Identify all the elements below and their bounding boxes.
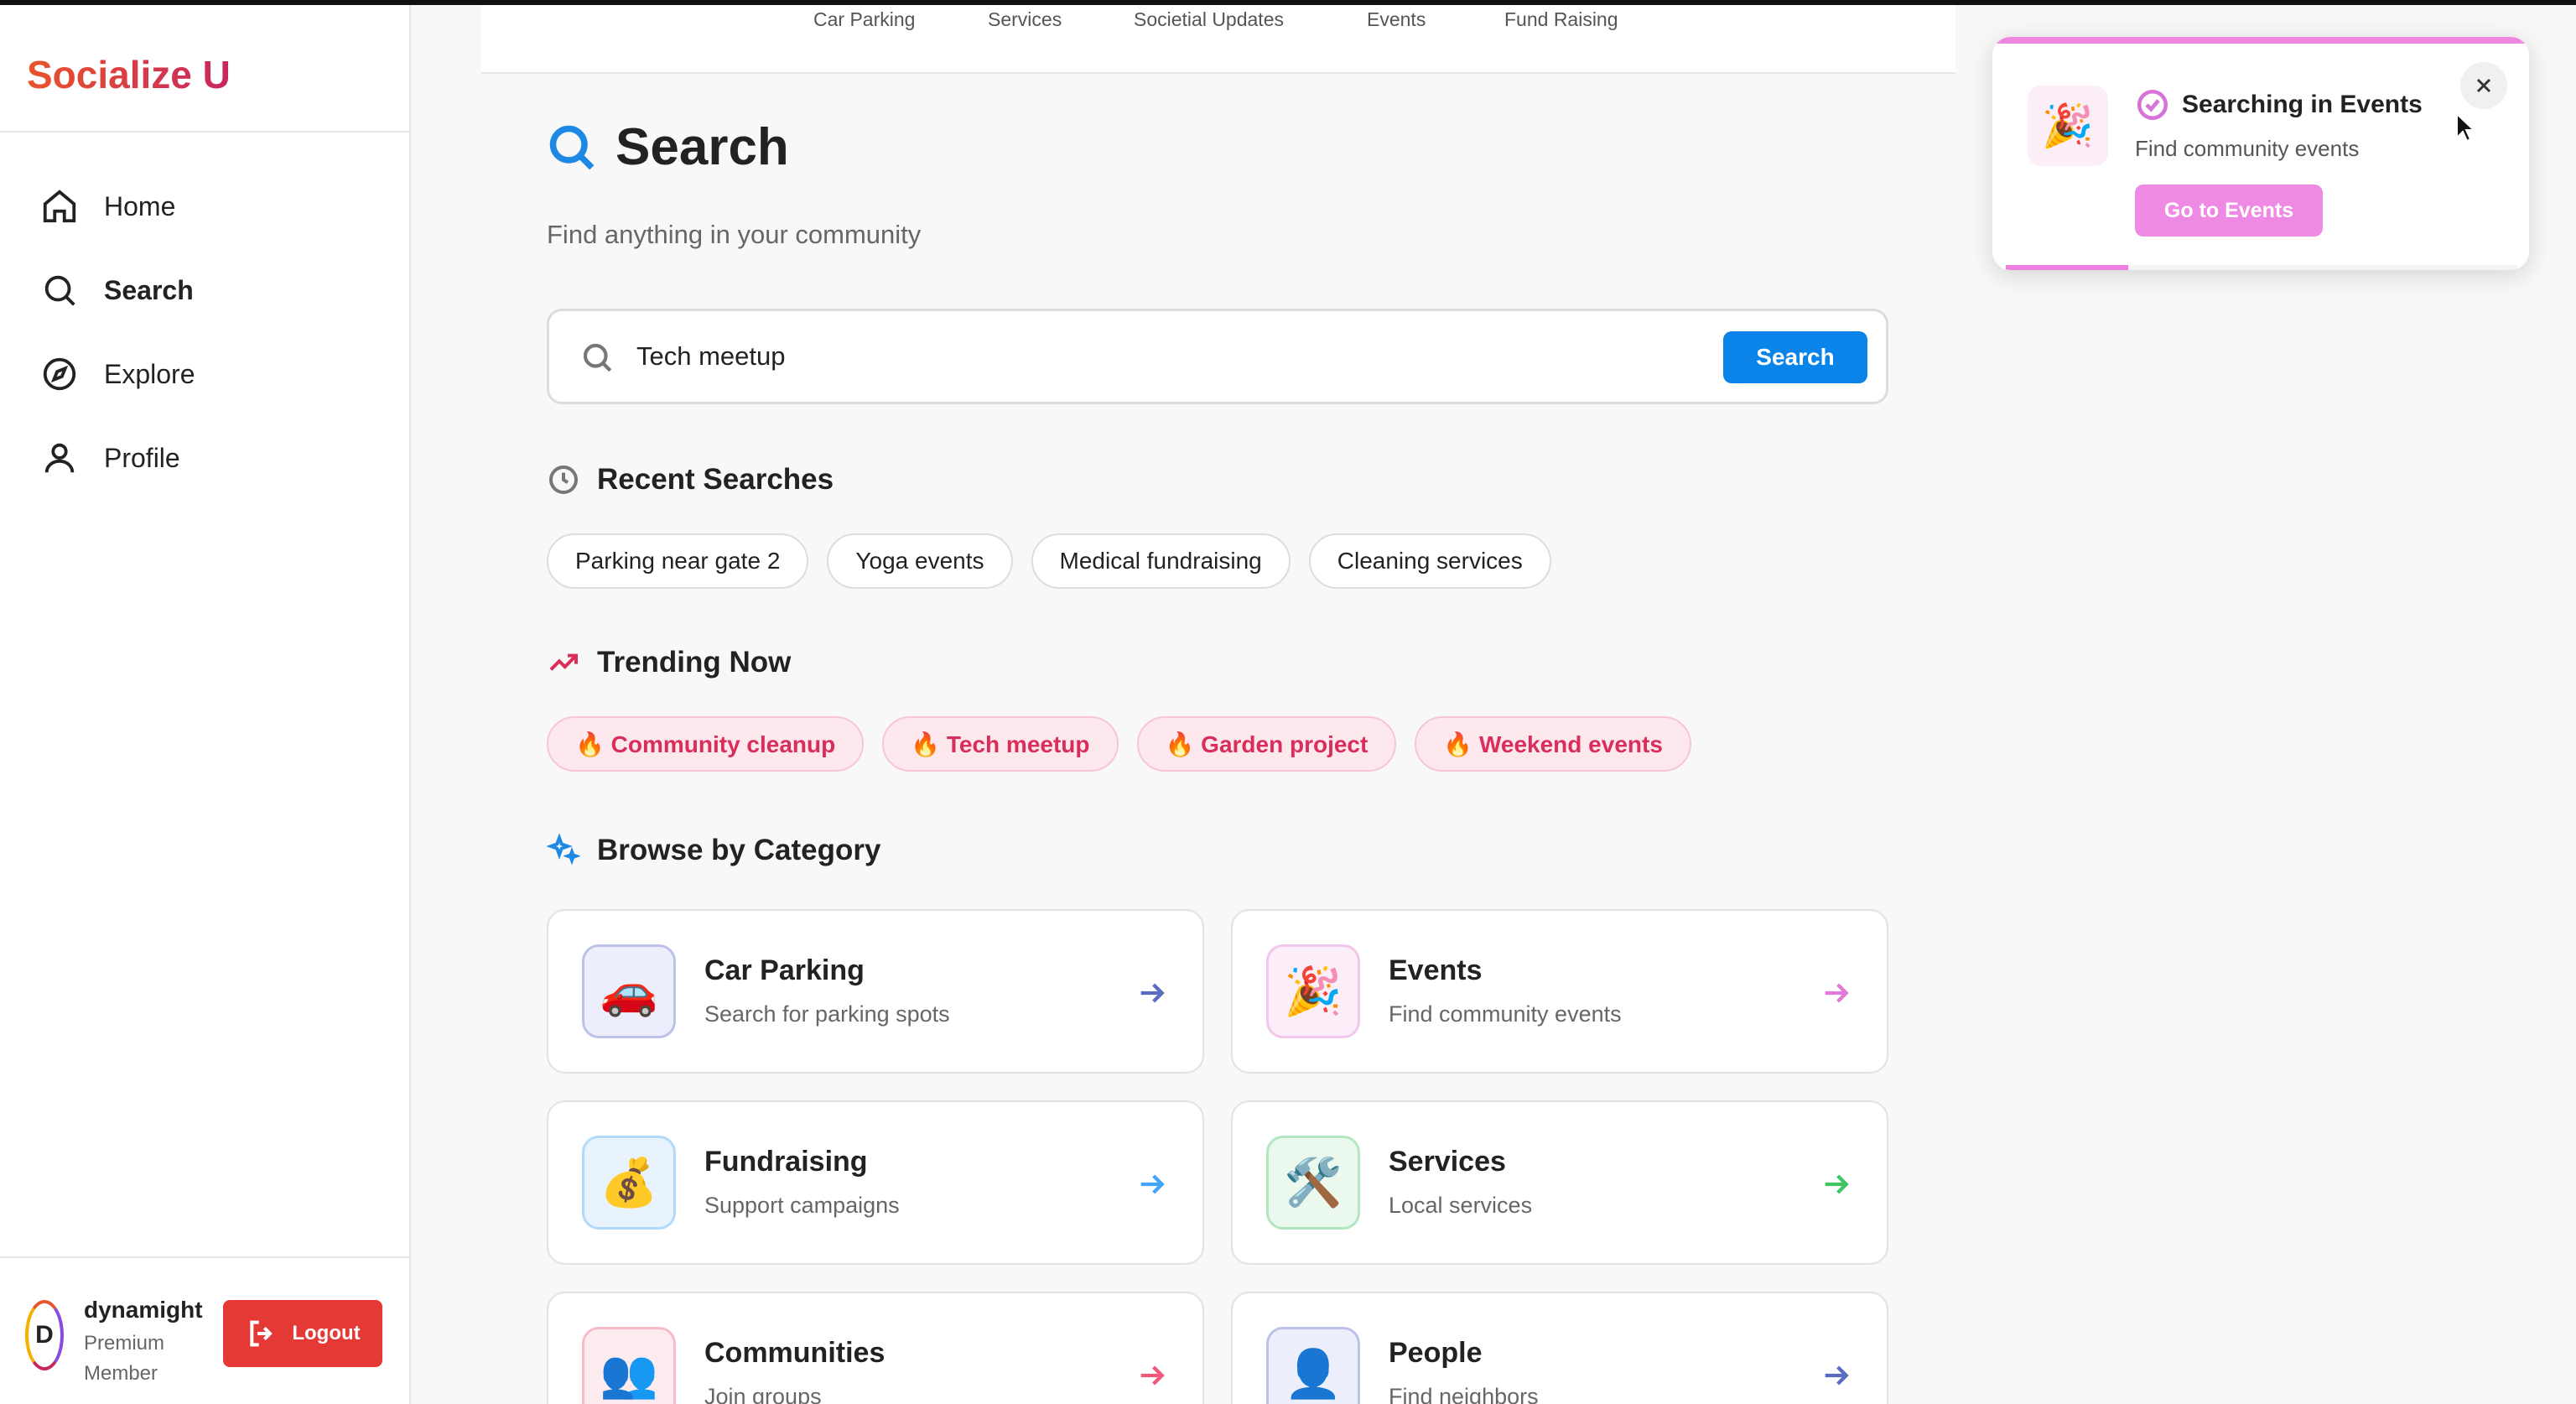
category-card-fundraising[interactable]: 💰 Fundraising Support campaigns <box>547 1100 1204 1265</box>
section-heading: Browse by Category <box>597 834 881 866</box>
user-role: Premium Member <box>84 1332 165 1385</box>
arrow-right-icon <box>1140 983 1165 1003</box>
arrow-right-icon <box>1825 1174 1849 1194</box>
logout-button[interactable]: Logout <box>223 1300 382 1367</box>
top-tab-bar: Car Parking Services Societial Updates E… <box>481 5 1955 74</box>
sidebar-item-label: Profile <box>104 442 180 473</box>
home-icon <box>43 190 76 223</box>
sidebar-nav: Home Search Explore Profile <box>40 164 195 500</box>
search-bar: Search <box>547 309 1888 404</box>
search-icon <box>583 343 612 372</box>
category-card-car-parking[interactable]: 🚗 Car Parking Search for parking spots <box>547 909 1204 1074</box>
party-popper-icon: 🎉 <box>1266 944 1360 1038</box>
toast-accent-bar <box>1992 37 2529 44</box>
toast-title: Searching in Events <box>2182 91 2423 118</box>
search-input[interactable] <box>636 330 1727 383</box>
browse-category-header: Browse by Category <box>547 834 880 867</box>
trending-chip[interactable]: 🔥 Community cleanup <box>547 716 865 772</box>
category-card-events[interactable]: 🎉 Events Find community events <box>1231 909 1888 1074</box>
check-circle-icon <box>2137 89 2168 121</box>
toast-close-button[interactable] <box>2460 62 2507 109</box>
compass-icon <box>43 357 76 391</box>
category-subtitle: Find community events <box>1389 1001 1622 1027</box>
search-button[interactable]: Search <box>1723 331 1867 383</box>
recent-search-chip[interactable]: Medical fundraising <box>1031 533 1291 589</box>
category-title: People <box>1389 1337 1483 1369</box>
category-card-communities[interactable]: 👥 Communities Join groups <box>547 1292 1204 1404</box>
arrow-right-icon <box>1825 1365 1849 1386</box>
sidebar-item-search[interactable]: Search <box>40 248 195 332</box>
party-popper-icon: 🎉 <box>2028 86 2108 166</box>
tab-car-parking[interactable]: Car Parking <box>813 8 915 31</box>
category-title: Events <box>1389 954 1483 986</box>
page-header: Search <box>547 117 789 177</box>
trending-chip[interactable]: 🔥 Tech meetup <box>882 716 1119 772</box>
category-subtitle: Join groups <box>704 1384 822 1404</box>
section-heading: Recent Searches <box>597 463 834 496</box>
go-to-events-button[interactable]: Go to Events <box>2135 185 2323 237</box>
arrow-right-icon <box>1140 1174 1165 1194</box>
person-icon: 👤 <box>1266 1327 1360 1404</box>
sidebar-item-label: Explore <box>104 358 195 389</box>
category-title: Services <box>1389 1146 1506 1178</box>
user-panel: D dynamight Premium Member Logout <box>0 1256 409 1404</box>
toast-notification: 🎉 Searching in Events Find community eve… <box>1992 37 2529 270</box>
sidebar: Socialize U Home Search Explore Profile … <box>0 5 411 1404</box>
sidebar-item-label: Home <box>104 190 176 221</box>
recent-searches-header: Recent Searches <box>547 463 834 497</box>
sidebar-item-home[interactable]: Home <box>40 164 195 248</box>
tab-services[interactable]: Services <box>988 8 1062 31</box>
trending-chip[interactable]: 🔥 Garden project <box>1136 716 1397 772</box>
category-subtitle: Local services <box>1389 1193 1533 1218</box>
tools-icon: 🛠️ <box>1266 1136 1360 1230</box>
category-subtitle: Support campaigns <box>704 1193 900 1218</box>
toast-progress-bar <box>2006 265 2129 270</box>
sidebar-item-label: Search <box>104 274 194 305</box>
category-title: Car Parking <box>704 954 865 986</box>
logout-label: Logout <box>292 1322 361 1344</box>
recent-search-chip[interactable]: Parking near gate 2 <box>547 533 809 589</box>
search-icon <box>44 275 75 306</box>
car-icon: 🚗 <box>582 944 676 1038</box>
tab-societial-updates[interactable]: Societial Updates <box>1134 8 1284 31</box>
section-heading: Trending Now <box>597 646 792 679</box>
clock-icon <box>549 465 578 494</box>
tab-fund-raising[interactable]: Fund Raising <box>1504 8 1618 31</box>
category-title: Communities <box>704 1337 886 1369</box>
arrow-right-icon <box>1825 983 1849 1003</box>
close-icon <box>2476 78 2491 93</box>
user-name: dynamight <box>84 1297 203 1323</box>
sidebar-divider <box>0 131 409 133</box>
recent-searches-list: Parking near gate 2 Yoga events Medical … <box>547 533 1551 589</box>
trending-up-icon <box>549 653 578 671</box>
recent-search-chip[interactable]: Yoga events <box>827 533 1013 589</box>
trending-header: Trending Now <box>547 646 791 679</box>
sparkles-icon <box>547 834 580 866</box>
sidebar-item-explore[interactable]: Explore <box>40 332 195 416</box>
toast-subtitle: Find community events <box>2135 136 2360 161</box>
category-card-people[interactable]: 👤 People Find neighbors <box>1231 1292 1888 1404</box>
arrow-right-icon <box>1140 1365 1165 1386</box>
category-card-services[interactable]: 🛠️ Services Local services <box>1231 1100 1888 1265</box>
category-subtitle: Find neighbors <box>1389 1384 1539 1404</box>
recent-search-chip[interactable]: Cleaning services <box>1308 533 1551 589</box>
page-title: Search <box>615 118 789 176</box>
tab-events[interactable]: Events <box>1367 8 1426 31</box>
user-icon <box>44 443 75 473</box>
sidebar-item-profile[interactable]: Profile <box>40 416 195 500</box>
search-icon <box>549 125 595 169</box>
brand-logo[interactable]: Socialize U <box>27 52 231 97</box>
logout-icon <box>250 1320 273 1347</box>
category-subtitle: Search for parking spots <box>704 1001 950 1027</box>
mouse-cursor-icon <box>2456 112 2475 143</box>
money-bag-icon: 💰 <box>582 1136 676 1230</box>
trending-list: 🔥 Community cleanup 🔥 Tech meetup 🔥 Gard… <box>547 716 1691 772</box>
people-group-icon: 👥 <box>582 1327 676 1404</box>
avatar[interactable]: D <box>25 1300 64 1370</box>
page-subtitle: Find anything in your community <box>547 220 922 249</box>
category-title: Fundraising <box>704 1146 868 1178</box>
trending-chip[interactable]: 🔥 Weekend events <box>1415 716 1691 772</box>
